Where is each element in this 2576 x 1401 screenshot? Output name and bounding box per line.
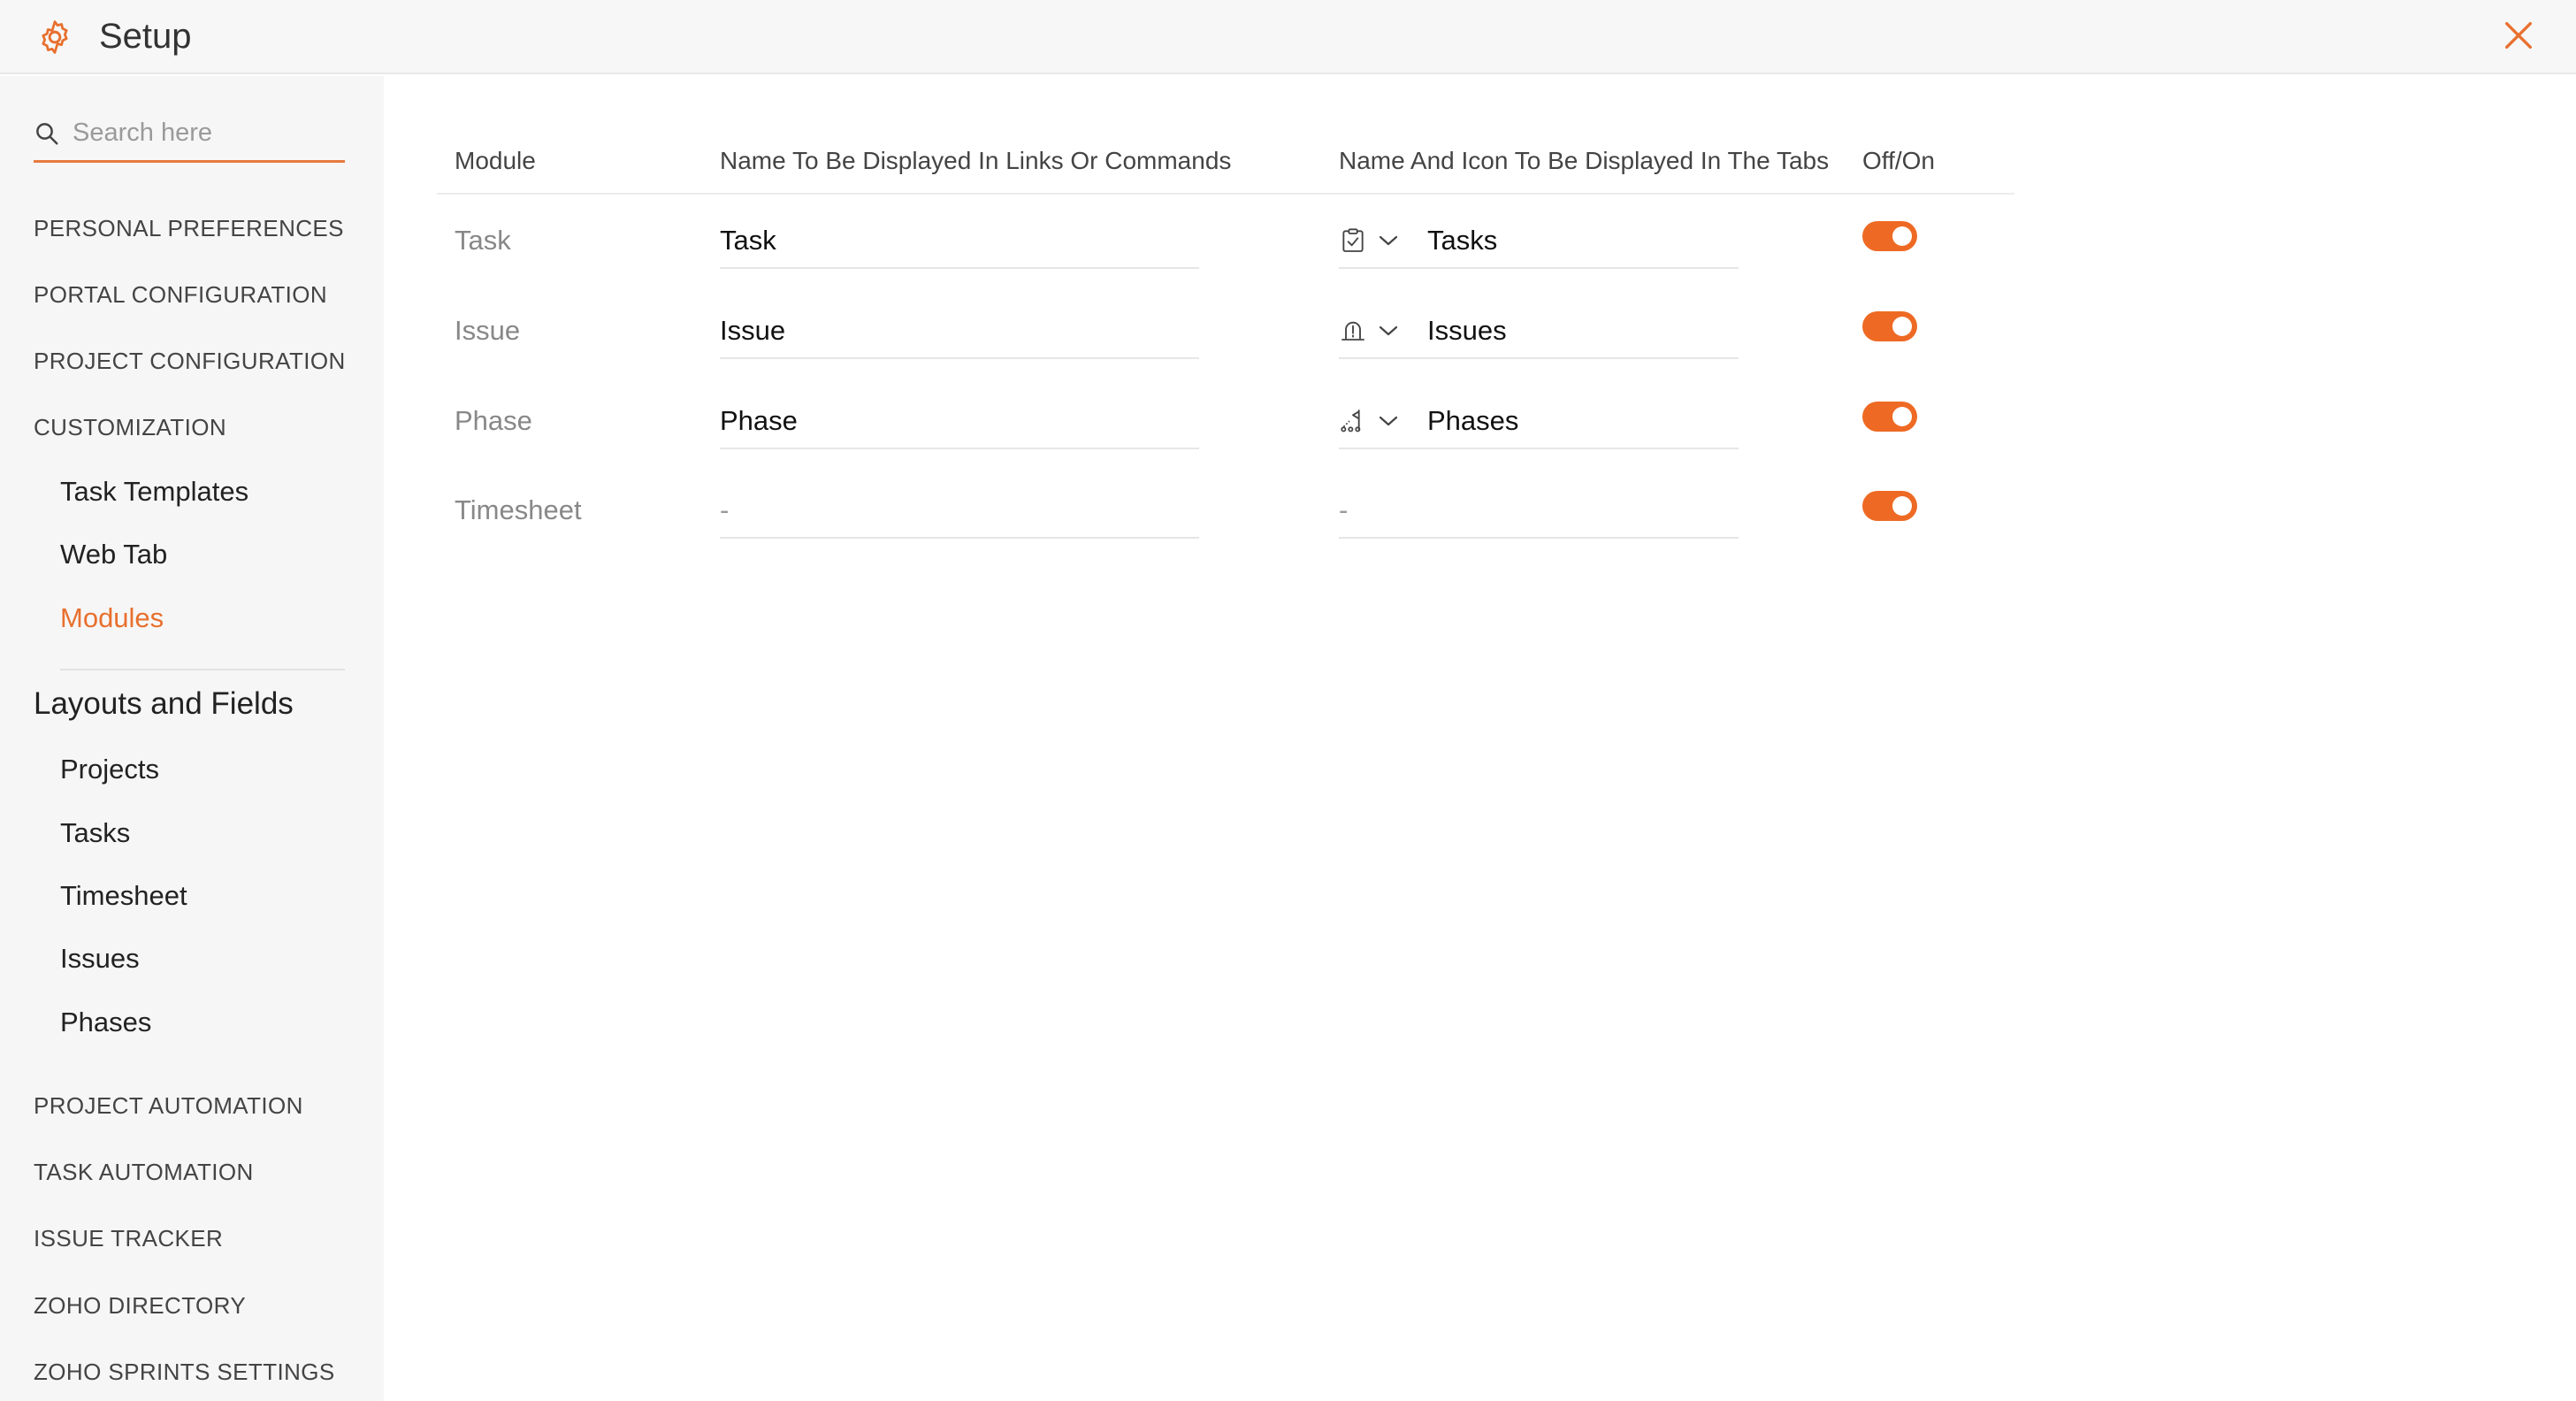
toggle-issue[interactable]: [1862, 311, 1917, 341]
sidebar-item-modules[interactable]: Modules: [60, 601, 164, 635]
link-name-value: Issue: [720, 315, 786, 346]
chevron-down-icon[interactable]: [1378, 324, 1399, 338]
toggle-knob: [1892, 317, 1912, 336]
sidebar-section-project-configuration[interactable]: PROJECT CONFIGURATION: [34, 347, 346, 375]
gear-icon: [42, 20, 68, 54]
sidebar-item-tasks[interactable]: Tasks: [60, 816, 130, 850]
sidebar-item-projects[interactable]: Projects: [60, 753, 159, 786]
tab-name-field-issue[interactable]: Issues: [1339, 301, 1739, 359]
sidebar-item-web-tab[interactable]: Web Tab: [60, 538, 167, 571]
module-name-issue: Issue: [455, 315, 521, 346]
tab-name-value: Tasks: [1427, 225, 1498, 256]
tab-name-field-timesheet: -: [1339, 480, 1739, 539]
sidebar-section-personal-preferences[interactable]: PERSONAL PREFERENCES: [34, 214, 344, 242]
toggle-knob: [1892, 407, 1912, 426]
column-header-off-on: Off/On: [1862, 147, 1935, 174]
link-name-field-timesheet: -: [720, 480, 1199, 539]
link-name-field-issue[interactable]: Issue: [720, 301, 1199, 359]
sidebar-section-task-automation[interactable]: TASK AUTOMATION: [34, 1158, 254, 1186]
sidebar-item-issues[interactable]: Issues: [60, 942, 140, 976]
issue-bug-icon[interactable]: [1339, 317, 1367, 345]
table-header-divider: [437, 193, 2014, 195]
sidebar-item-timesheet[interactable]: Timesheet: [60, 879, 187, 913]
sidebar-group-layouts-and-fields: Layouts and Fields: [34, 686, 294, 721]
sidebar-section-zoho-directory[interactable]: ZOHO DIRECTORY: [34, 1291, 246, 1320]
toggle-knob: [1892, 226, 1912, 246]
modules-panel: Module Name To Be Displayed In Links Or …: [384, 76, 2576, 1401]
page-title: Setup: [99, 17, 192, 56]
sidebar-section-customization[interactable]: CUSTOMIZATION: [34, 413, 226, 441]
link-name-field-phase[interactable]: Phase: [720, 391, 1199, 449]
sidebar-item-task-templates[interactable]: Task Templates: [60, 475, 248, 509]
sidebar-divider: [60, 669, 345, 670]
tab-name-value: -: [1339, 494, 1349, 525]
close-icon[interactable]: [2501, 18, 2536, 53]
sidebar-item-phases[interactable]: Phases: [60, 1006, 151, 1039]
task-clipboard-icon[interactable]: [1339, 226, 1367, 255]
chevron-down-icon[interactable]: [1378, 414, 1399, 428]
link-name-value: Task: [720, 225, 776, 256]
chevron-down-icon[interactable]: [1378, 234, 1399, 248]
sidebar-section-portal-configuration[interactable]: PORTAL CONFIGURATION: [34, 280, 327, 309]
setup-app: Setup PERSONAL PREFERENCES PORTAL CONFIG…: [0, 0, 2576, 1401]
column-header-name-tabs: Name And Icon To Be Displayed In The Tab…: [1339, 147, 1830, 174]
column-header-name-links: Name To Be Displayed In Links Or Command…: [720, 147, 1232, 174]
search-box: [34, 111, 345, 163]
toggle-phase[interactable]: [1862, 402, 1917, 432]
toggle-timesheet[interactable]: [1862, 491, 1917, 521]
tab-name-value: Issues: [1427, 315, 1507, 346]
toggle-knob: [1892, 496, 1912, 516]
tab-name-value: Phases: [1427, 405, 1519, 436]
link-name-field-task[interactable]: Task: [720, 211, 1199, 269]
module-name-phase: Phase: [455, 405, 532, 436]
search-input[interactable]: [73, 115, 338, 150]
link-name-value: -: [720, 494, 730, 525]
search-icon: [36, 123, 58, 145]
setup-header: Setup: [0, 0, 2576, 74]
sidebar-section-project-automation[interactable]: PROJECT AUTOMATION: [34, 1091, 303, 1120]
link-name-value: Phase: [720, 405, 798, 436]
column-header-module: Module: [455, 147, 536, 174]
toggle-task[interactable]: [1862, 221, 1917, 251]
tab-name-field-phase[interactable]: Phases: [1339, 391, 1739, 449]
sidebar-section-issue-tracker[interactable]: ISSUE TRACKER: [34, 1224, 223, 1252]
phase-flag-icon[interactable]: [1339, 407, 1367, 435]
module-name-timesheet: Timesheet: [455, 494, 582, 525]
tab-name-field-task[interactable]: Tasks: [1339, 211, 1739, 269]
sidebar: PERSONAL PREFERENCES PORTAL CONFIGURATIO…: [0, 76, 384, 1401]
sidebar-section-zoho-sprints-settings[interactable]: ZOHO SPRINTS SETTINGS: [34, 1358, 335, 1386]
module-name-task: Task: [455, 225, 511, 256]
